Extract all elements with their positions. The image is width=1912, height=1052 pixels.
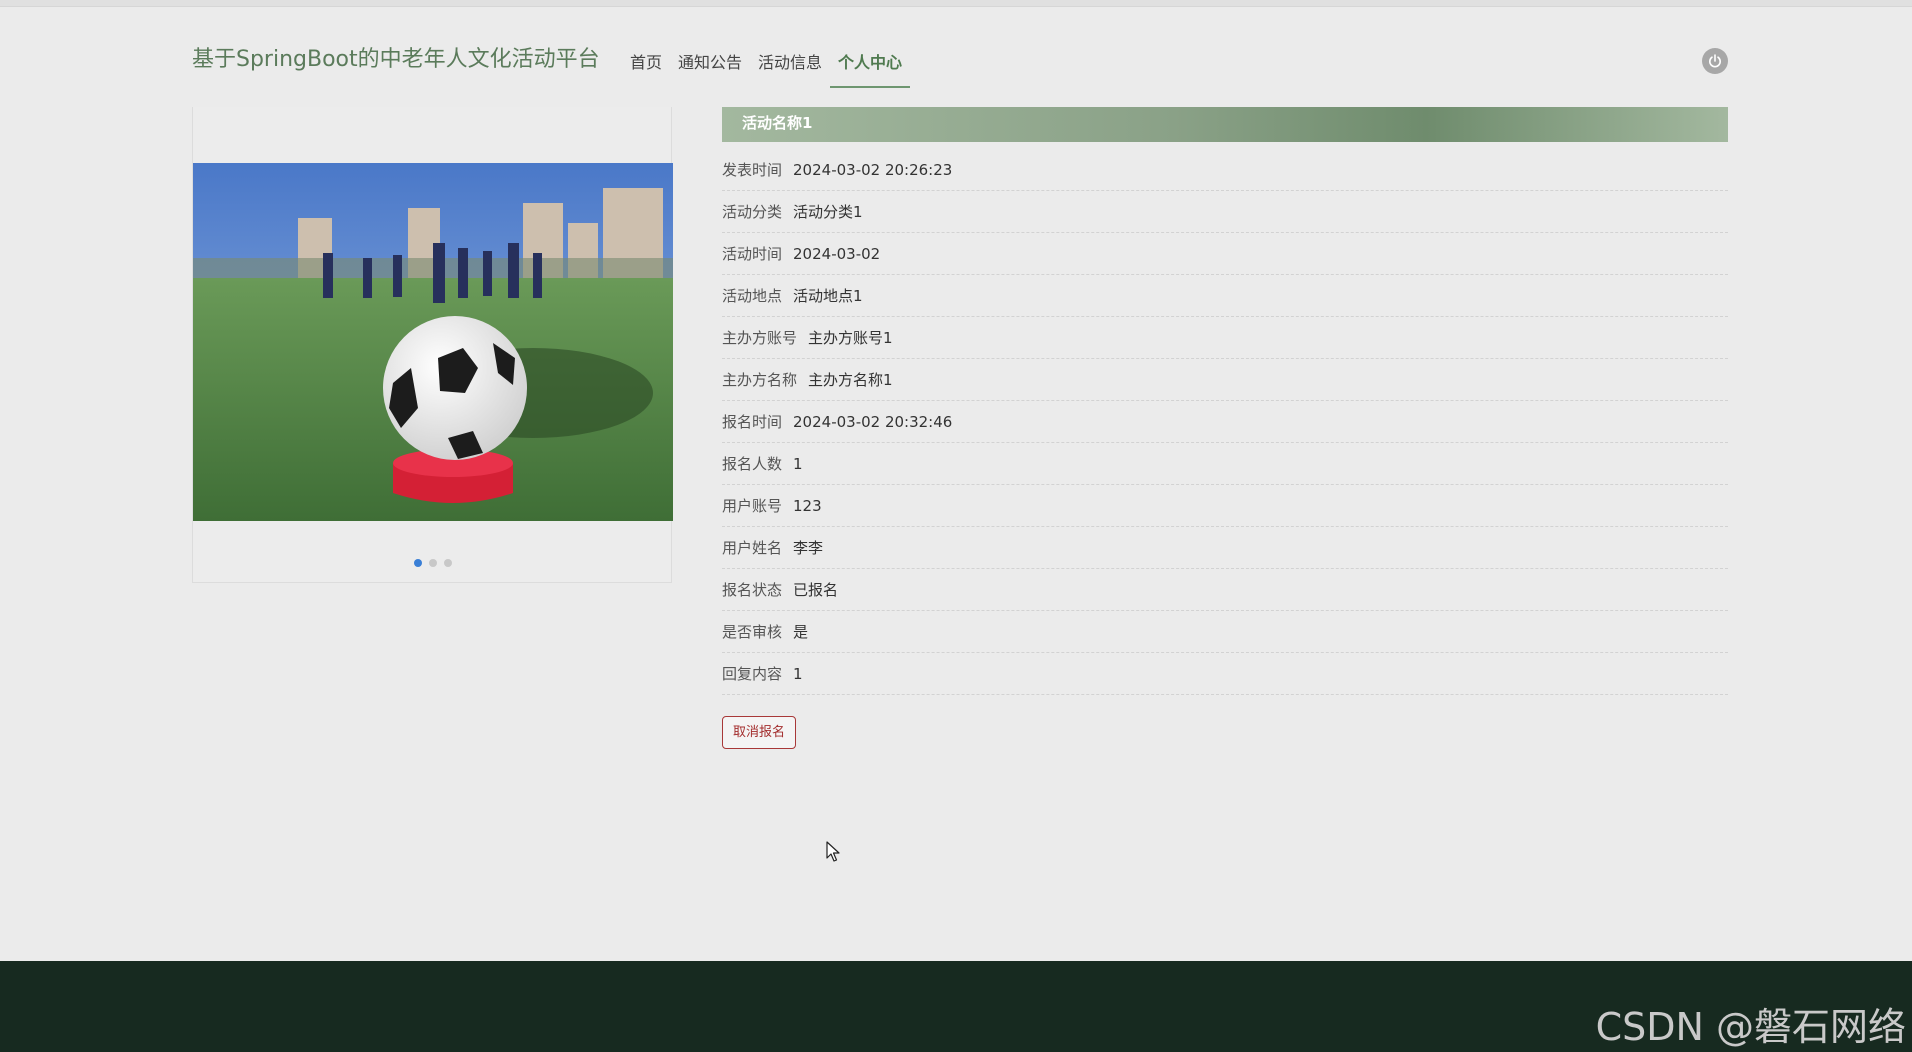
detail-row-organizer-account: 主办方账号 主办方账号1 — [722, 317, 1728, 359]
detail-row-category: 活动分类 活动分类1 — [722, 191, 1728, 233]
detail-value: 已报名 — [793, 581, 839, 599]
nav-item-home[interactable]: 首页 — [622, 43, 670, 88]
carousel-dot[interactable] — [414, 559, 422, 567]
activity-detail: 活动名称1 发表时间 2024-03-02 20:26:23 活动分类 活动分类… — [722, 107, 1728, 749]
detail-row-publish-time: 发表时间 2024-03-02 20:26:23 — [722, 149, 1728, 191]
carousel-slide[interactable] — [193, 163, 673, 521]
detail-row-organizer-name: 主办方名称 主办方名称1 — [722, 359, 1728, 401]
detail-label: 用户账号 — [722, 497, 783, 515]
detail-label: 主办方名称 — [722, 371, 798, 389]
carousel-dots — [193, 559, 673, 567]
activity-title: 活动名称1 — [722, 107, 1728, 142]
detail-label: 用户姓名 — [722, 539, 783, 557]
detail-value: 主办方名称1 — [808, 371, 893, 389]
detail-label: 是否审核 — [722, 623, 783, 641]
detail-label: 报名人数 — [722, 455, 783, 473]
detail-label: 报名状态 — [722, 581, 783, 599]
watermark: CSDN @磐石网络 — [1595, 1005, 1906, 1049]
detail-value: 2024-03-02 — [793, 244, 881, 263]
top-border — [0, 0, 1912, 7]
carousel-dot[interactable] — [429, 559, 437, 567]
logout-button[interactable] — [1702, 48, 1728, 74]
detail-value: 活动分类1 — [793, 203, 863, 221]
detail-value: 2024-03-02 20:32:46 — [793, 412, 953, 431]
detail-value: 活动地点1 — [793, 287, 863, 305]
site-brand[interactable]: 基于SpringBoot的中老年人文化活动平台 — [192, 41, 600, 73]
detail-row-reply: 回复内容 1 — [722, 653, 1728, 695]
nav-item-activities[interactable]: 活动信息 — [750, 43, 830, 88]
detail-rows: 发表时间 2024-03-02 20:26:23 活动分类 活动分类1 活动时间… — [722, 149, 1728, 695]
detail-row-location: 活动地点 活动地点1 — [722, 275, 1728, 317]
detail-label: 报名时间 — [722, 413, 783, 431]
detail-row-activity-time: 活动时间 2024-03-02 — [722, 233, 1728, 275]
detail-row-reviewed: 是否审核 是 — [722, 611, 1728, 653]
power-icon — [1709, 54, 1721, 68]
detail-row-signup-count: 报名人数 1 — [722, 443, 1728, 485]
image-carousel[interactable] — [192, 107, 673, 583]
detail-value: 李李 — [793, 539, 824, 557]
detail-value: 123 — [793, 496, 822, 515]
nav-item-personal-center[interactable]: 个人中心 — [830, 43, 911, 88]
detail-value: 是 — [793, 623, 809, 641]
detail-label: 活动地点 — [722, 287, 783, 305]
site-footer: CSDN @磐石网络 — [0, 961, 1912, 1052]
mouse-cursor-icon — [826, 841, 840, 862]
site-header: 基于SpringBoot的中老年人文化活动平台 首页 通知公告 活动信息 个人中… — [0, 7, 1912, 88]
detail-label: 活动分类 — [722, 203, 783, 221]
detail-label: 发表时间 — [722, 161, 783, 179]
detail-label: 主办方账号 — [722, 329, 798, 347]
detail-label: 活动时间 — [722, 245, 783, 263]
detail-value: 2024-03-02 20:26:23 — [793, 160, 953, 179]
detail-label: 回复内容 — [722, 665, 783, 683]
detail-value: 1 — [793, 454, 803, 473]
detail-row-signup-time: 报名时间 2024-03-02 20:32:46 — [722, 401, 1728, 443]
detail-value: 主办方账号1 — [808, 329, 893, 347]
activity-photo — [193, 163, 673, 521]
detail-value: 1 — [793, 664, 803, 683]
detail-row-user-account: 用户账号 123 — [722, 485, 1728, 527]
detail-row-user-name: 用户姓名 李李 — [722, 527, 1728, 569]
cancel-signup-button[interactable]: 取消报名 — [722, 716, 797, 749]
main-nav: 首页 通知公告 活动信息 个人中心 — [622, 43, 911, 88]
nav-item-notices[interactable]: 通知公告 — [670, 43, 750, 88]
carousel-dot[interactable] — [444, 559, 452, 567]
detail-row-signup-status: 报名状态 已报名 — [722, 569, 1728, 611]
